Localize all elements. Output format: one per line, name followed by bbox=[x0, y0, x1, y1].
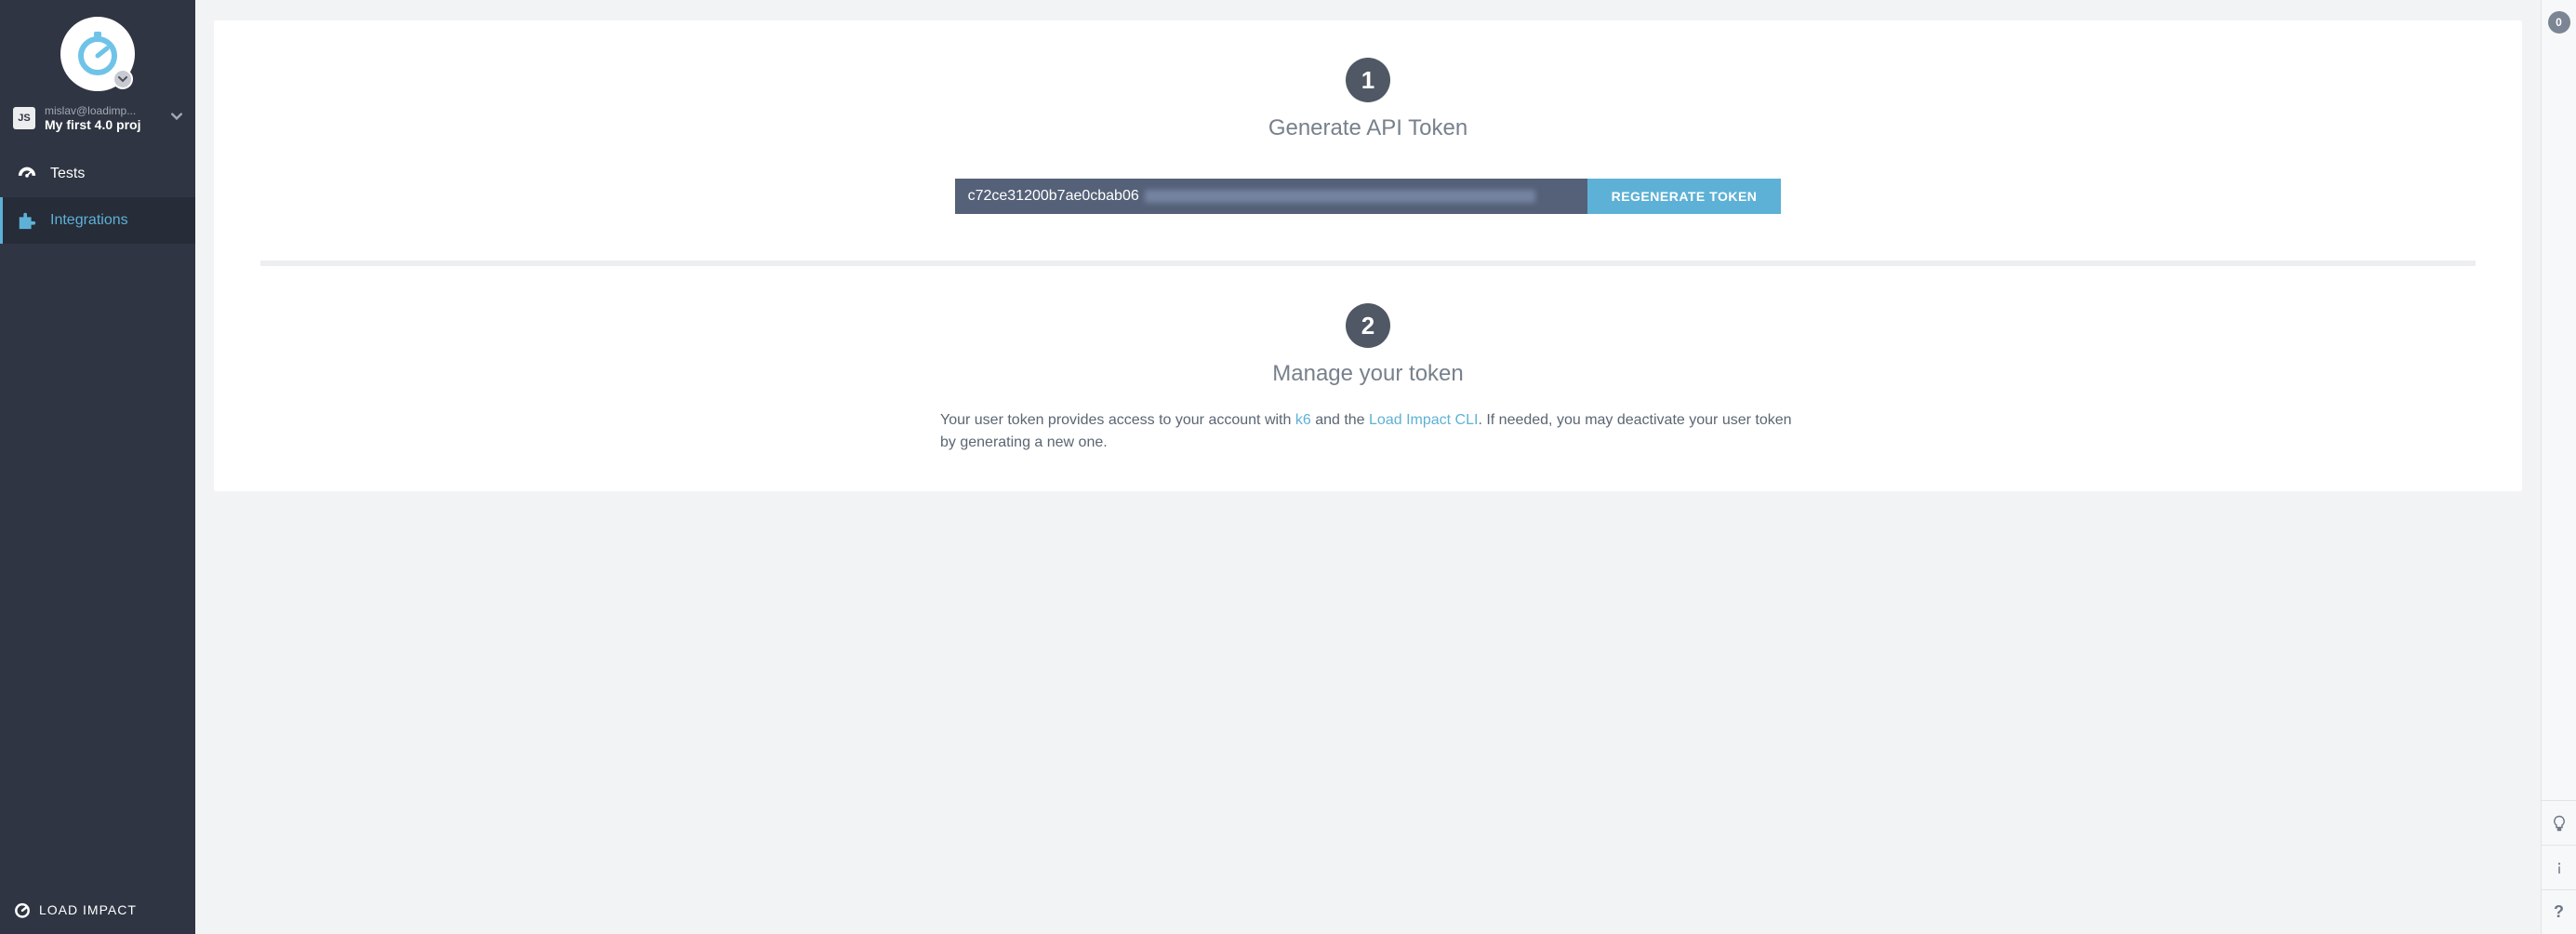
project-name: My first 4.0 proj bbox=[45, 117, 162, 132]
section-divider bbox=[260, 260, 2476, 266]
hints-button[interactable] bbox=[2542, 800, 2576, 845]
regenerate-token-button[interactable]: REGENERATE TOKEN bbox=[1587, 179, 1782, 214]
project-selector[interactable]: JS mislav@loadimp... My first 4.0 proj bbox=[0, 99, 195, 145]
stopwatch-logo-icon bbox=[73, 30, 122, 78]
user-email: mislav@loadimp... bbox=[45, 104, 162, 117]
lightbulb-icon bbox=[2551, 815, 2568, 832]
brand-text: LOAD IMPACT bbox=[39, 902, 137, 917]
chevron-down-icon bbox=[171, 110, 182, 127]
step-1: 1 Generate API Token bbox=[270, 58, 2466, 141]
step-number-badge: 2 bbox=[1346, 303, 1390, 348]
notification-count-badge: 0 bbox=[2548, 11, 2570, 33]
step-2: 2 Manage your token bbox=[270, 303, 2466, 387]
sidebar: JS mislav@loadimp... My first 4.0 proj T… bbox=[0, 0, 195, 934]
token-row: c72ce31200b7ae0cbab06 REGENERATE TOKEN bbox=[270, 179, 2466, 214]
info-icon bbox=[2551, 860, 2568, 876]
step-description: Your user token provides access to your … bbox=[940, 409, 1796, 454]
utility-bar: 0 ? bbox=[2541, 0, 2576, 934]
link-load-impact-cli[interactable]: Load Impact CLI bbox=[1369, 412, 1478, 428]
api-token-field[interactable]: c72ce31200b7ae0cbab06 bbox=[955, 179, 1587, 214]
puzzle-icon bbox=[17, 210, 37, 231]
info-button[interactable] bbox=[2542, 845, 2576, 889]
step-number-badge: 1 bbox=[1346, 58, 1390, 102]
nav-item-tests[interactable]: Tests bbox=[0, 151, 195, 197]
avatar-section bbox=[0, 0, 195, 99]
token-visible-part: c72ce31200b7ae0cbab06 bbox=[968, 188, 1139, 204]
avatar[interactable] bbox=[60, 17, 135, 91]
nav-item-integrations[interactable]: Integrations bbox=[0, 197, 195, 244]
link-k6[interactable]: k6 bbox=[1295, 412, 1311, 428]
nav: Tests Integrations bbox=[0, 151, 195, 244]
avatar-menu-toggle[interactable] bbox=[113, 69, 133, 89]
notifications[interactable]: 0 bbox=[2548, 0, 2570, 33]
brand-footer: LOAD IMPACT bbox=[0, 886, 195, 934]
main-content: 1 Generate API Token c72ce31200b7ae0cbab… bbox=[195, 0, 2541, 934]
nav-label: Tests bbox=[50, 166, 85, 182]
help-button[interactable]: ? bbox=[2542, 889, 2576, 934]
project-info: mislav@loadimp... My first 4.0 proj bbox=[45, 104, 162, 132]
token-masked-part bbox=[1145, 190, 1535, 203]
question-icon: ? bbox=[2554, 902, 2564, 922]
step-title: Manage your token bbox=[270, 361, 2466, 387]
step-title: Generate API Token bbox=[270, 115, 2466, 141]
js-badge-icon: JS bbox=[13, 107, 35, 129]
nav-label: Integrations bbox=[50, 212, 128, 229]
chevron-down-icon bbox=[118, 74, 127, 84]
gauge-icon bbox=[17, 164, 37, 184]
stopwatch-logo-icon bbox=[13, 901, 32, 919]
content-card: 1 Generate API Token c72ce31200b7ae0cbab… bbox=[214, 20, 2522, 491]
